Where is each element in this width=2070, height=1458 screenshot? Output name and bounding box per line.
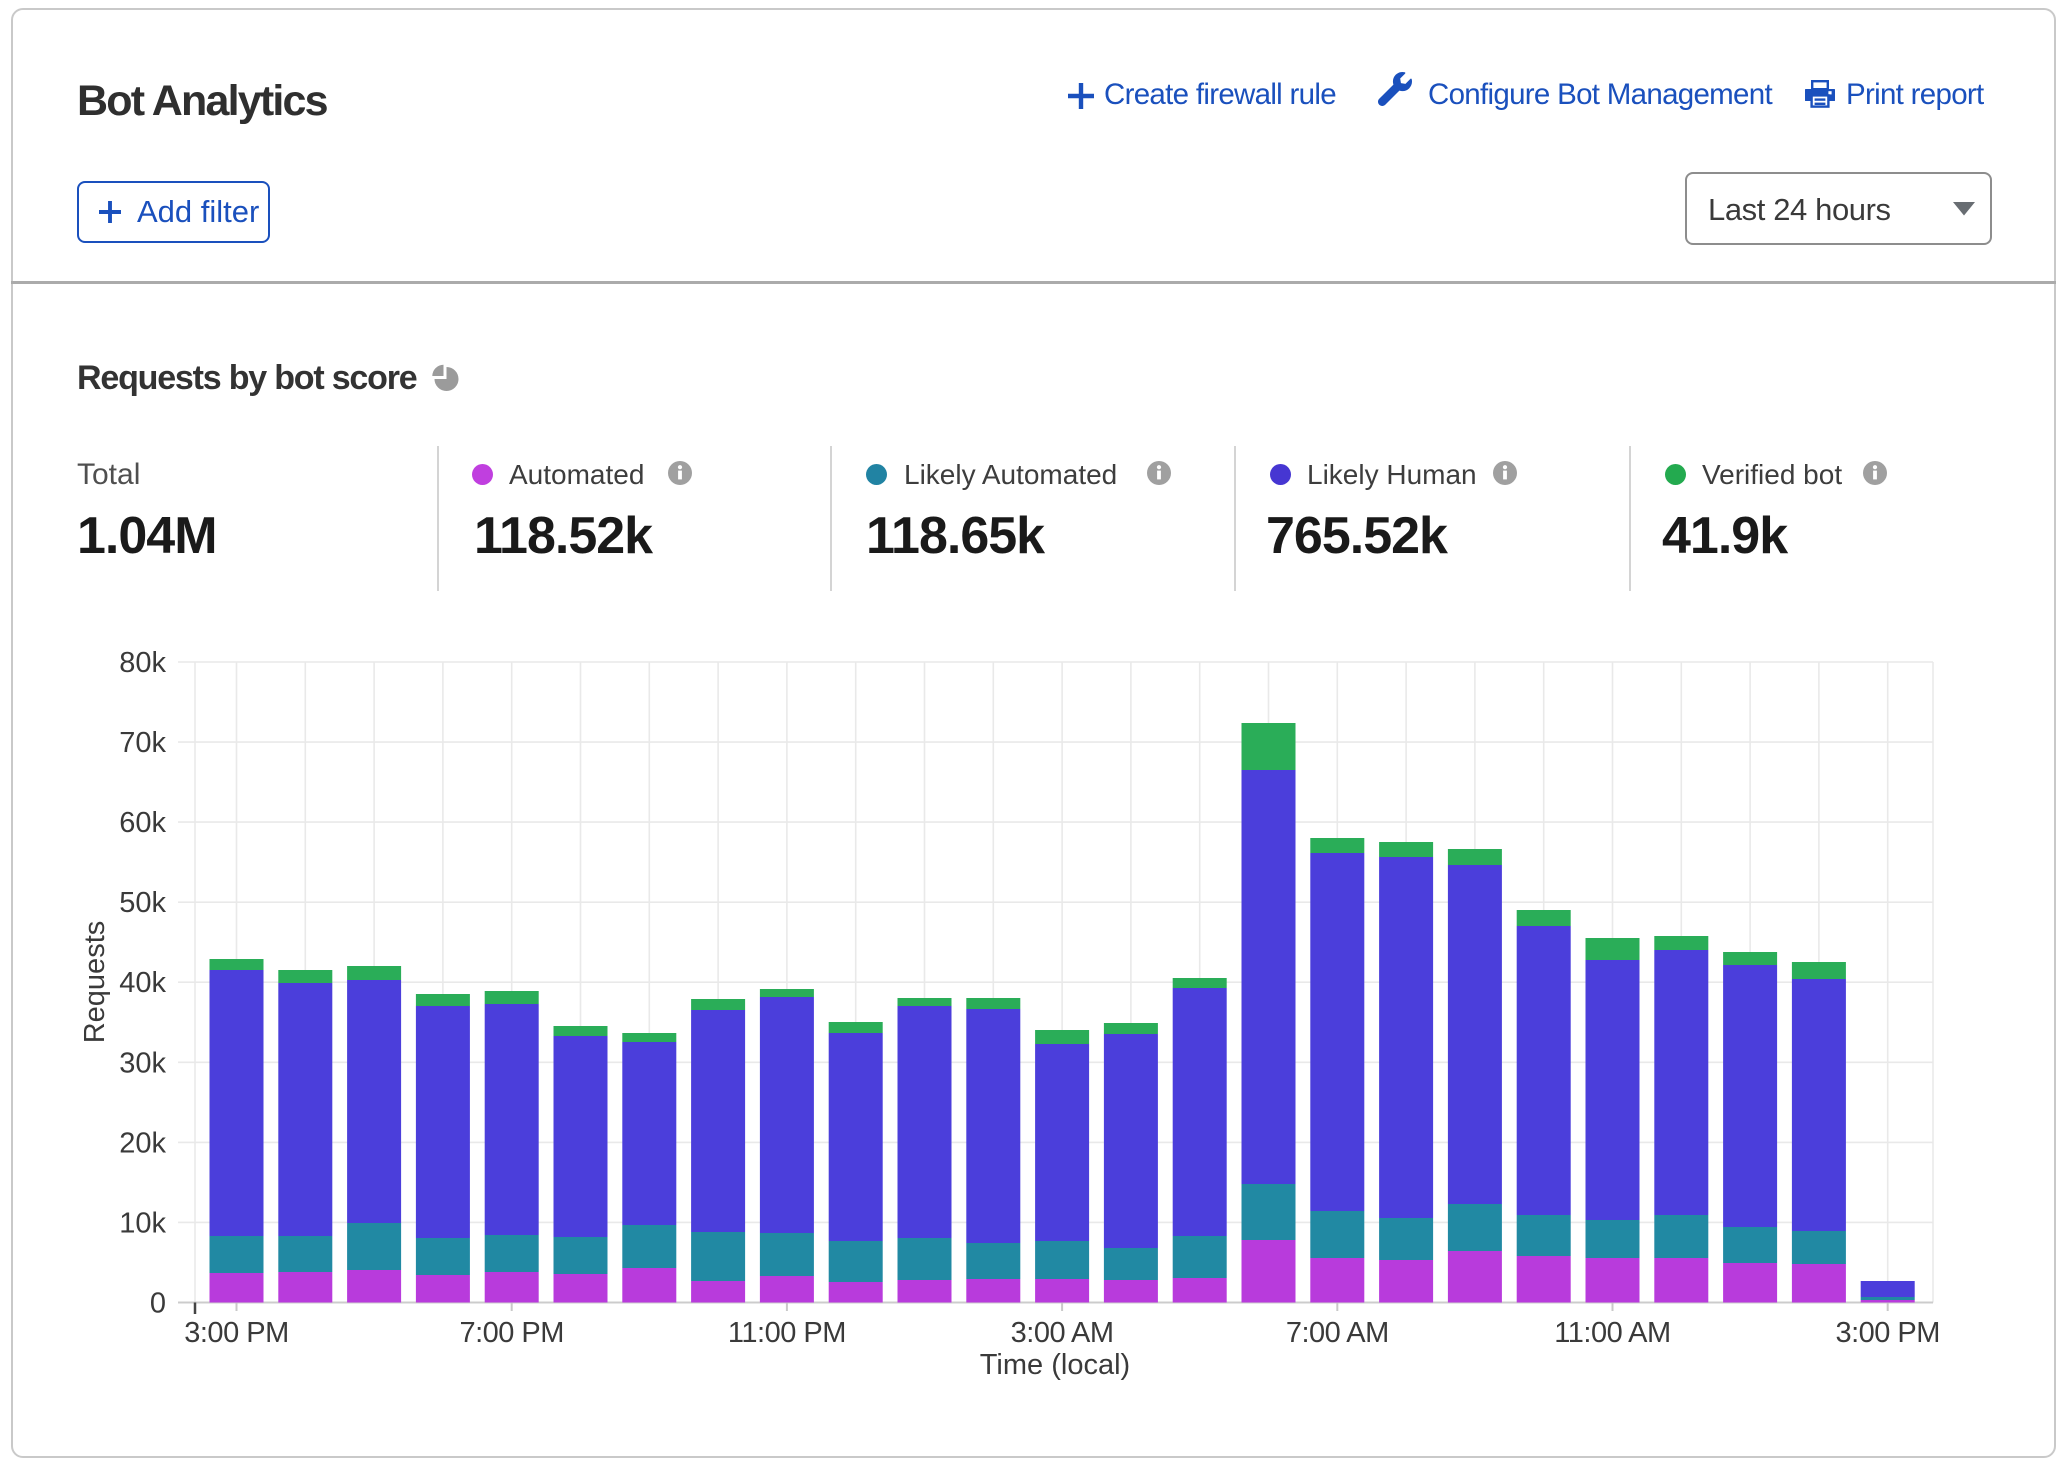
svg-text:Time (local): Time (local) (980, 1349, 1130, 1381)
svg-text:30k: 30k (119, 1047, 166, 1079)
svg-text:80k: 80k (119, 647, 166, 679)
svg-text:20k: 20k (119, 1127, 166, 1159)
svg-text:Requests: Requests (79, 921, 111, 1044)
svg-text:3:00 PM: 3:00 PM (184, 1317, 289, 1349)
svg-text:50k: 50k (119, 887, 166, 919)
svg-text:70k: 70k (119, 727, 166, 759)
svg-text:11:00 PM: 11:00 PM (728, 1317, 846, 1349)
svg-text:60k: 60k (119, 807, 166, 839)
svg-text:0: 0 (150, 1288, 166, 1320)
svg-text:7:00 AM: 7:00 AM (1286, 1317, 1389, 1349)
svg-text:10k: 10k (119, 1207, 166, 1239)
svg-text:40k: 40k (119, 967, 166, 999)
svg-text:11:00 AM: 11:00 AM (1554, 1317, 1670, 1349)
svg-text:7:00 PM: 7:00 PM (459, 1317, 564, 1349)
svg-text:3:00 AM: 3:00 AM (1011, 1317, 1114, 1349)
svg-text:3:00 PM: 3:00 PM (1835, 1317, 1940, 1349)
